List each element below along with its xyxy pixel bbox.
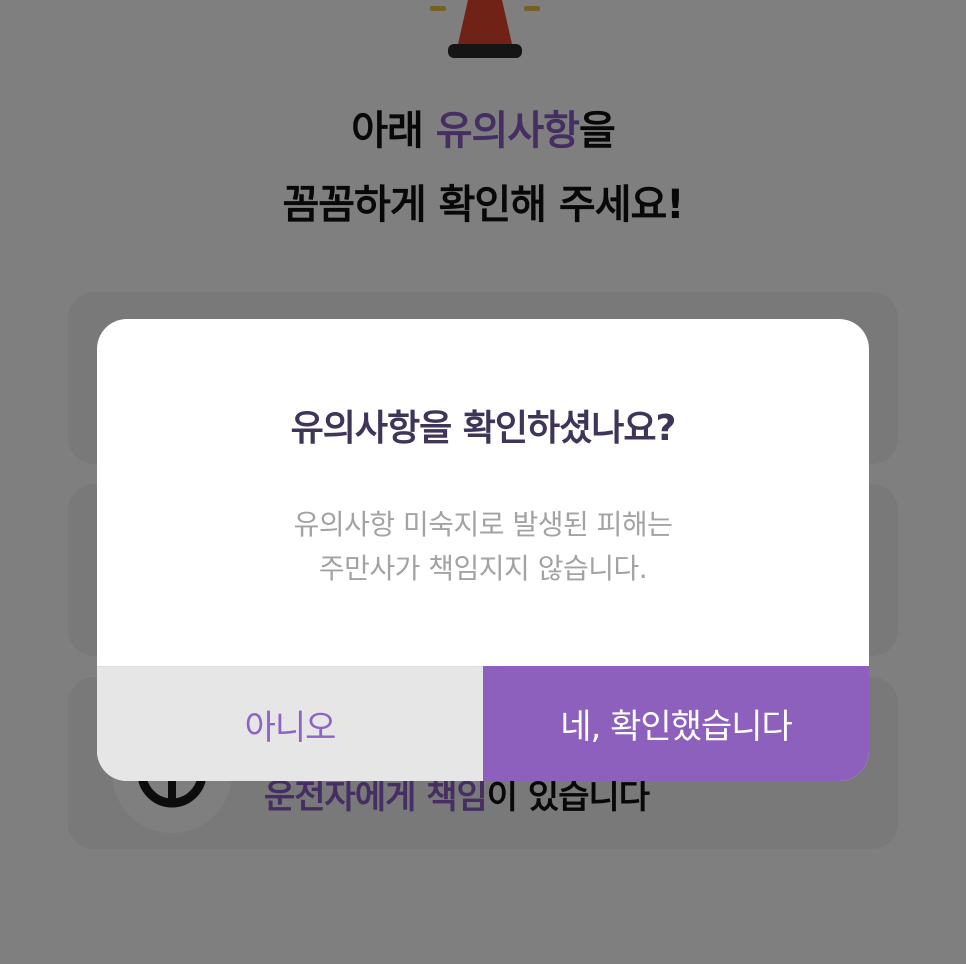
screen: 아래 유의사항을 꼼꼼하게 확인해 주세요! 운전자에게 책임이 있습니다 유의… bbox=[0, 0, 966, 964]
dialog-message: 유의사항 미숙지로 발생된 피해는 주만사가 책임지지 않습니다. bbox=[97, 503, 869, 591]
dialog-message-line2: 주만사가 책임지지 않습니다. bbox=[318, 552, 648, 585]
confirm-dialog: 유의사항을 확인하셨나요? 유의사항 미숙지로 발생된 피해는 주만사가 책임지… bbox=[97, 319, 869, 781]
dialog-title: 유의사항을 확인하셨나요? bbox=[290, 408, 677, 449]
no-button[interactable]: 아니오 bbox=[97, 666, 483, 781]
dialog-message-line1: 유의사항 미숙지로 발생된 피해는 bbox=[293, 508, 673, 541]
confirm-button[interactable]: 네, 확인했습니다 bbox=[483, 666, 869, 781]
